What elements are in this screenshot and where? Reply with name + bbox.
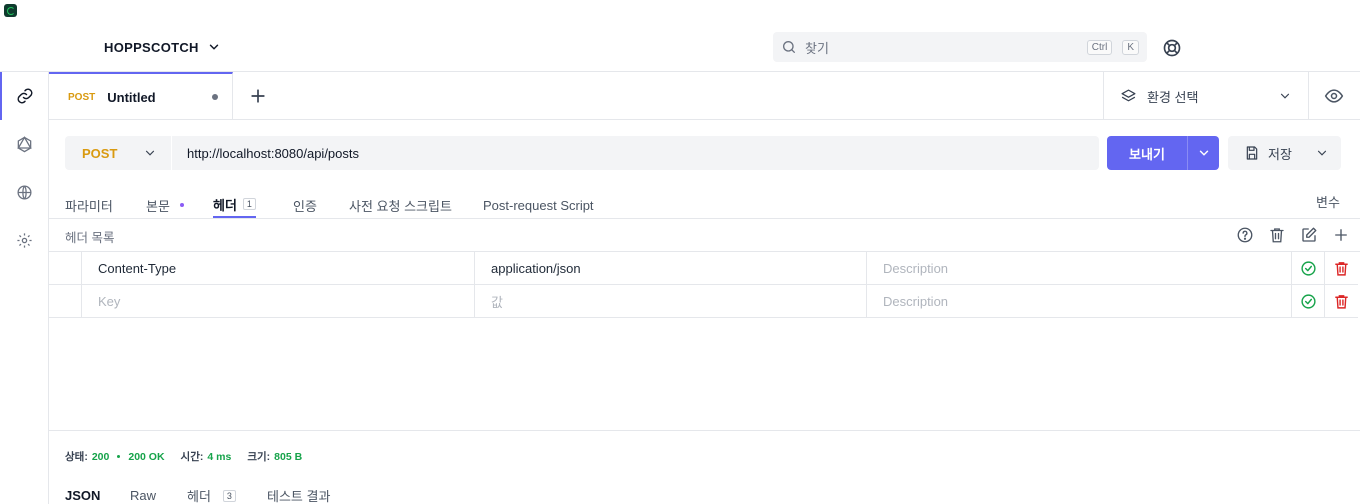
response-tab-json[interactable]: JSON (65, 487, 100, 504)
workspace-selector[interactable]: HOPPSCOTCH (104, 38, 221, 56)
method-select[interactable]: POST (65, 136, 171, 170)
search-placeholder: 찾기 (805, 40, 829, 56)
add-tab-plus-icon[interactable] (248, 86, 268, 106)
response-tab-tests-label: 테스트 결과 (267, 489, 331, 504)
send-options-chevron-icon[interactable] (1187, 136, 1219, 170)
bulk-edit-icon[interactable] (1300, 226, 1318, 244)
help-circle-icon[interactable] (1236, 226, 1254, 244)
tab-pre-request-script[interactable]: 사전 요청 스크립트 (349, 192, 452, 218)
status-code: 200 (91, 450, 110, 463)
workspace-name: HOPPSCOTCH (104, 39, 199, 55)
response-status-bar: 상태: 200 200 OK 시간: 4 ms 크기: 805 B (65, 449, 302, 464)
rail-rest-link-icon[interactable] (0, 72, 48, 120)
table-row: Key 값 Description (49, 285, 1358, 318)
toggle-check-icon[interactable] (1291, 285, 1324, 318)
rail-realtime-globe-icon[interactable] (0, 168, 48, 216)
status-separator-dot (117, 455, 121, 458)
tab-headers[interactable]: 헤더 1 (213, 192, 256, 218)
headers-list-title: 헤더 목록 (65, 231, 115, 245)
response-tab-tests[interactable]: 테스트 결과 (267, 487, 330, 504)
chevron-down-icon[interactable] (1315, 146, 1329, 160)
rail-settings-gear-icon[interactable] (0, 216, 48, 264)
status-text: 200 OK (128, 450, 165, 463)
tab-title: Untitled (107, 89, 156, 105)
subtab-divider (49, 218, 1360, 219)
chevron-down-icon (207, 40, 221, 54)
size-value: 805 B (274, 450, 303, 463)
tab-method: POST (68, 91, 96, 103)
add-header-plus-icon[interactable] (1332, 226, 1350, 244)
response-headers-count-badge: 3 (222, 489, 236, 502)
unsaved-dot-icon[interactable] (212, 94, 218, 100)
chevron-down-icon (143, 146, 157, 160)
eye-icon[interactable] (1324, 86, 1344, 106)
tab-post-request-label: Post-request Script (483, 197, 594, 213)
table-row: Content-Type application/json Descriptio… (49, 252, 1358, 285)
url-input[interactable]: http://localhost:8080/api/posts (172, 136, 1099, 170)
send-label: 보내기 (1129, 146, 1165, 162)
delete-trash-icon[interactable] (1324, 252, 1357, 285)
clear-all-trash-icon[interactable] (1268, 226, 1286, 244)
shortcut-ctrl: Ctrl (1086, 39, 1113, 55)
time-label: 시간: (180, 451, 204, 463)
headers-count-badge: 1 (242, 198, 256, 210)
tab-pre-request-label: 사전 요청 스크립트 (349, 198, 452, 214)
tab-body[interactable]: 본문 (146, 192, 184, 218)
header-key-input[interactable]: Content-Type (81, 252, 475, 285)
chevron-down-icon (1278, 89, 1292, 103)
size-label: 크기: (247, 451, 271, 463)
tab-post-request-script[interactable]: Post-request Script (483, 192, 594, 218)
response-divider (49, 430, 1360, 431)
rail-graphql-icon[interactable] (0, 120, 48, 168)
response-tab-raw[interactable]: Raw (130, 487, 156, 504)
tab-auth[interactable]: 인증 (293, 192, 317, 218)
save-label: 저장 (1268, 146, 1292, 162)
environment-label: 환경 선택 (1147, 89, 1199, 105)
tab-params-label: 파라미터 (65, 198, 113, 214)
status-label: 상태: (65, 451, 88, 463)
response-tab-json-label: JSON (65, 488, 101, 503)
sidebar-rail (0, 72, 49, 504)
layers-icon (1120, 88, 1137, 105)
search-icon (781, 39, 797, 55)
method-label: POST (82, 145, 118, 161)
header-value-input[interactable]: application/json (474, 252, 867, 285)
help-icon[interactable] (1162, 38, 1182, 58)
save-disk-icon (1244, 145, 1260, 161)
tab-auth-label: 인증 (293, 198, 317, 214)
toggle-check-icon[interactable] (1291, 252, 1324, 285)
response-tab-raw-label: Raw (130, 488, 157, 503)
tab-params[interactable]: 파라미터 (65, 192, 113, 218)
delete-trash-icon[interactable] (1324, 285, 1357, 318)
search-bar[interactable]: 찾기 Ctrl K (773, 32, 1147, 62)
tabbar-divider (49, 119, 1360, 120)
shortcut-key: K (1122, 39, 1139, 55)
tab-variables[interactable]: 변수 (1316, 192, 1340, 211)
time-value: 4 ms (207, 450, 232, 463)
app-logo (4, 4, 17, 17)
response-tab-headers-label: 헤더 (187, 489, 211, 504)
new-header-key-input[interactable]: Key (81, 285, 475, 318)
tab-body-label: 본문 (146, 198, 170, 214)
response-tab-headers[interactable]: 헤더 3 (187, 487, 236, 504)
request-tab[interactable]: POST Untitled (49, 72, 233, 120)
new-header-value-input[interactable]: 값 (474, 285, 867, 318)
header-description-input[interactable]: Description (866, 252, 1291, 285)
save-button[interactable]: 저장 (1228, 136, 1341, 170)
new-header-description-input[interactable]: Description (866, 285, 1291, 318)
environment-selector[interactable]: 환경 선택 (1103, 72, 1309, 120)
tab-headers-label: 헤더 (213, 197, 237, 213)
body-indicator-dot (179, 203, 184, 207)
send-button[interactable]: 보내기 (1107, 136, 1219, 170)
